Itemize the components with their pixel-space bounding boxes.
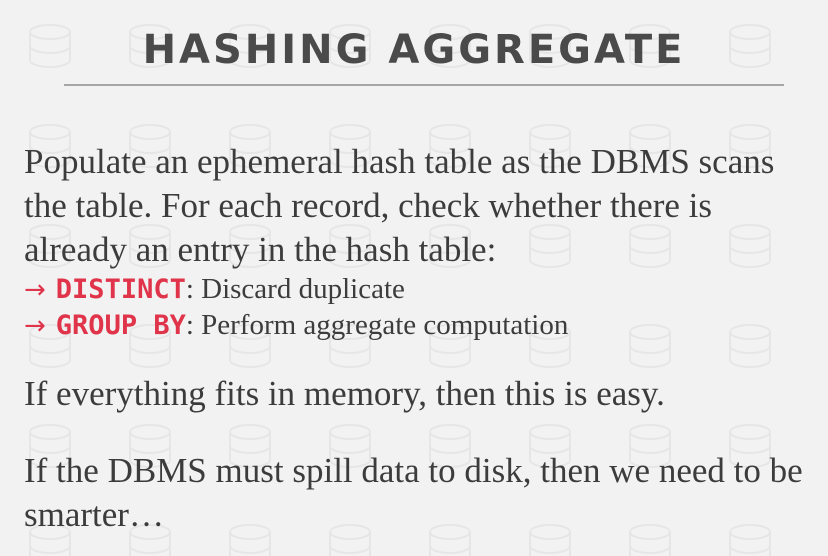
bullet-distinct-text: : Discard duplicate <box>185 273 405 305</box>
spill-paragraph: If the DBMS must spill data to disk, the… <box>24 451 803 534</box>
arrow-icon: → <box>24 275 46 305</box>
keyword-distinct: DISTINCT <box>55 274 186 305</box>
slide: HASHING AGGREGATE Populate an ephemeral … <box>0 0 828 556</box>
bullet-group-by: → GROUP BY: Perform aggregate computation <box>24 307 814 344</box>
intro-paragraph: Populate an ephemeral hash table as the … <box>24 142 775 269</box>
arrow-icon: → <box>24 311 46 341</box>
memory-paragraph: If everything fits in memory, then this … <box>24 374 665 413</box>
title-divider <box>64 84 784 86</box>
slide-title: HASHING AGGREGATE <box>142 27 686 73</box>
bullet-group-by-text: : Perform aggregate computation <box>185 309 569 341</box>
keyword-group-by: GROUP BY <box>55 310 186 341</box>
bullet-distinct: → DISTINCT: Discard duplicate <box>24 271 814 308</box>
